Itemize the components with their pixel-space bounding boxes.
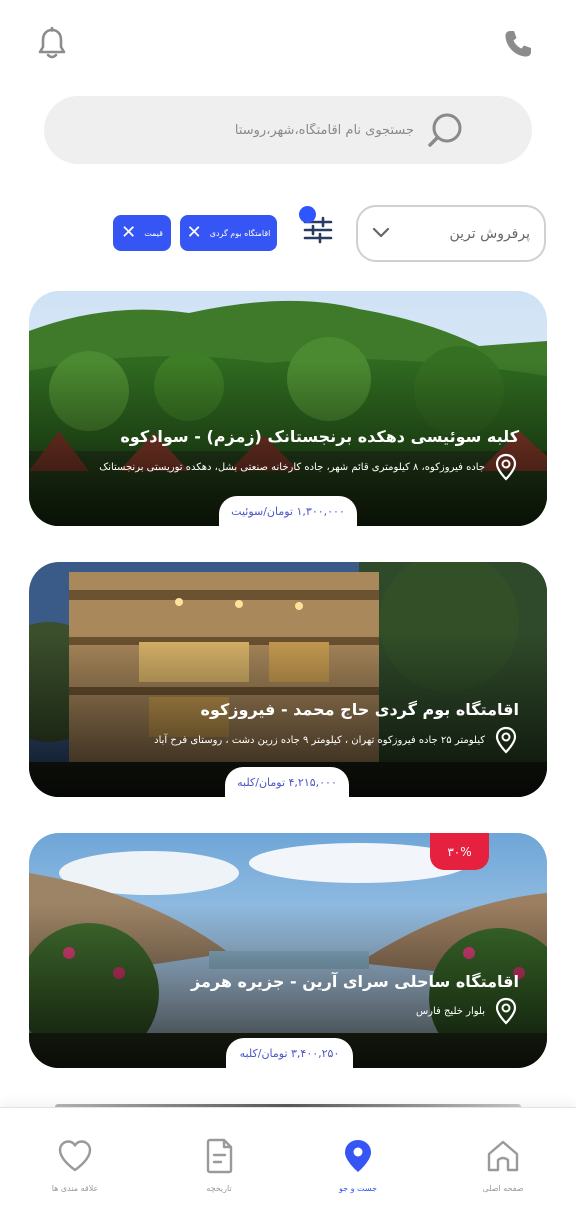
nav-label: جست و جو bbox=[339, 1184, 377, 1193]
listing-location: بلوار خلیج فارس bbox=[39, 997, 519, 1025]
bell-icon[interactable] bbox=[30, 22, 74, 66]
sort-dropdown[interactable]: پرفروش ترین bbox=[356, 205, 546, 262]
phone-icon[interactable] bbox=[496, 22, 540, 66]
listing-card[interactable]: کلبه سوئیسی دهکده برنجستانک (زمزم) - سوا… bbox=[29, 291, 547, 526]
nav-label: علاقه مندی ها bbox=[51, 1184, 99, 1193]
nav-item-home[interactable]: صفحه اصلی bbox=[453, 1136, 553, 1202]
listing-title: اقامتگاه بوم گردی حاج محمد - فیروزکوه bbox=[200, 700, 520, 719]
nav-item-favorites[interactable]: علاقه مندی ها bbox=[25, 1136, 125, 1202]
listing-location: جاده فیروزکوه، ۸ کیلومتری قائم شهر، جاده… bbox=[39, 453, 519, 481]
document-icon bbox=[199, 1136, 239, 1176]
search-bar bbox=[44, 96, 532, 164]
chevron-down-icon bbox=[372, 224, 390, 243]
top-bar bbox=[0, 0, 576, 90]
home-icon bbox=[483, 1136, 523, 1176]
chip-label: قیمت bbox=[144, 228, 163, 238]
filter-chip-price[interactable]: قیمت ✕ bbox=[113, 215, 171, 251]
map-pin-icon bbox=[495, 726, 517, 754]
listing-address: کیلومتر ۲۵ جاده فیروزکوه تهران ، کیلومتر… bbox=[154, 734, 485, 746]
filter-active-indicator bbox=[299, 206, 316, 223]
nav-item-history[interactable]: تاریخچه bbox=[169, 1136, 269, 1202]
listing-address: جاده فیروزکوه، ۸ کیلومتری قائم شهر، جاده… bbox=[99, 461, 485, 473]
listing-card[interactable]: اقامتگاه بوم گردی حاج محمد - فیروزکوه کی… bbox=[29, 562, 547, 797]
nav-label: تاریخچه bbox=[206, 1184, 232, 1193]
map-pin-icon bbox=[495, 997, 517, 1025]
price-tag: ۴,۲۱۵,۰۰۰ تومان/کلبه bbox=[225, 767, 349, 797]
listing-title: کلبه سوئیسی دهکده برنجستانک (زمزم) - سوا… bbox=[120, 427, 519, 446]
filter-chip-ecolodge[interactable]: اقامتگاه بوم گردی ✕ bbox=[180, 215, 277, 251]
search-input[interactable] bbox=[44, 110, 424, 150]
listing-address: بلوار خلیج فارس bbox=[415, 1005, 485, 1017]
bottom-navigation: صفحه اصلی جست و جو تاریخچه علاقه مندی ها bbox=[0, 1107, 576, 1223]
nav-item-search[interactable]: جست و جو bbox=[308, 1136, 408, 1202]
nav-label: صفحه اصلی bbox=[482, 1184, 524, 1193]
close-icon[interactable]: ✕ bbox=[187, 224, 202, 242]
price-tag: ۳,۴۰۰,۲۵۰ تومان/کلبه bbox=[226, 1038, 353, 1068]
chip-label: اقامتگاه بوم گردی bbox=[209, 228, 271, 238]
heart-icon bbox=[55, 1136, 95, 1176]
map-pin-icon bbox=[338, 1136, 378, 1176]
sort-selected-value: پرفروش ترین bbox=[449, 225, 530, 242]
listing-card[interactable]: ۳۰% اقامتگاه ساحلی سرای آرین - جزیره هرم… bbox=[29, 833, 547, 1068]
search-icon[interactable] bbox=[424, 108, 468, 152]
listing-location: کیلومتر ۲۵ جاده فیروزکوه تهران ، کیلومتر… bbox=[39, 726, 519, 754]
close-icon[interactable]: ✕ bbox=[121, 224, 136, 242]
map-pin-icon bbox=[495, 453, 517, 481]
discount-badge: ۳۰% bbox=[430, 833, 489, 870]
listing-title: اقامتگاه ساحلی سرای آرین - جزیره هرمز bbox=[191, 972, 519, 991]
price-tag: ۱,۳۰۰,۰۰۰ تومان/سوئیت bbox=[219, 496, 357, 526]
